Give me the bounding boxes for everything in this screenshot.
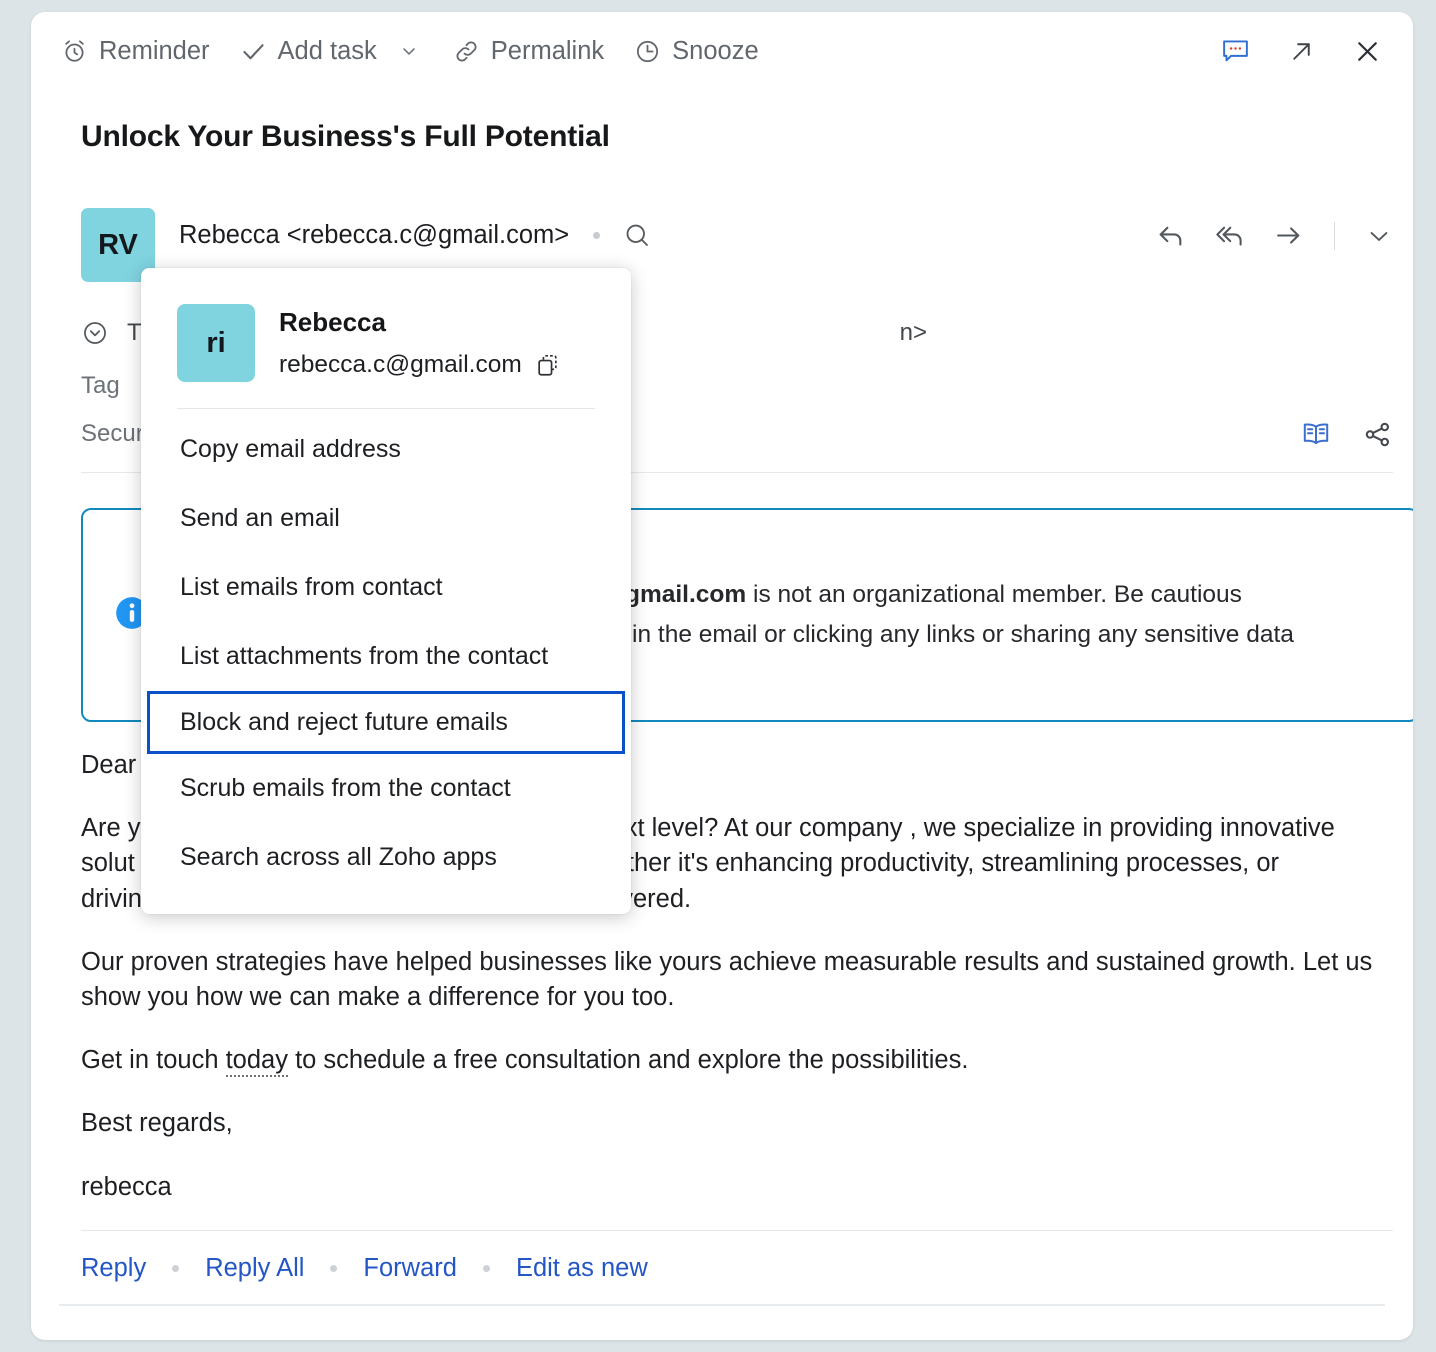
bottom-divider <box>59 1304 1385 1306</box>
banner-domain: gmail.com <box>625 581 747 609</box>
menu-item-scrub-emails-from-the-contact[interactable]: Scrub emails from the contact <box>141 754 631 823</box>
menu-item-send-an-email[interactable]: Send an email <box>141 484 631 553</box>
footer-separator-dot <box>482 1265 490 1272</box>
reply-all-icon[interactable] <box>1214 220 1245 251</box>
footer-separator-dot <box>172 1265 180 1272</box>
contact-name: Rebecca <box>279 307 386 337</box>
contact-email-line: rebecca.c@gmail.com <box>279 350 599 379</box>
edit-as-new-link[interactable]: Edit as new <box>516 1248 648 1289</box>
to-label: T <box>127 319 142 346</box>
body-paragraph-3: Get in touch today to schedule a free co… <box>81 1043 1411 1078</box>
footer-actions: Reply Reply All Forward Edit as new <box>81 1248 648 1289</box>
share-icon[interactable] <box>1362 419 1393 450</box>
add-task-chevron-down-icon[interactable] <box>399 41 419 61</box>
chevron-down-icon[interactable] <box>1365 222 1393 250</box>
body-p3-a: Get in touch <box>81 1046 226 1075</box>
add-task-button[interactable]: Add task <box>240 37 377 66</box>
email-toolbar: Reminder Add task Permalink Snooze <box>31 12 1413 90</box>
to-value: n> <box>899 319 928 346</box>
menu-item-list-emails-from-contact[interactable]: List emails from contact <box>141 553 631 622</box>
snooze-label: Snooze <box>672 36 759 65</box>
sender-row: RV Rebecca <rebecca.c@gmail.com> <box>81 208 1393 282</box>
sender-name-email[interactable]: Rebecca <rebecca.c@gmail.com> <box>179 221 569 250</box>
search-icon[interactable] <box>622 220 652 250</box>
security-row-icons <box>1300 418 1393 450</box>
toolbar-right-actions <box>1220 36 1389 67</box>
expand-details-icon[interactable] <box>81 319 109 347</box>
email-subject: Unlock Your Business's Full Potential <box>81 120 610 153</box>
reminder-button[interactable]: Reminder <box>61 37 210 66</box>
permalink-label: Permalink <box>490 36 605 65</box>
context-menu-items: Copy email address Send an email List em… <box>141 409 631 892</box>
body-p1-a: Are y <box>81 814 141 843</box>
body-p3-b: to schedule a free consultation and expl… <box>287 1046 969 1075</box>
alarm-clock-icon <box>61 38 88 65</box>
menu-item-block-and-reject-future-emails[interactable]: Block and reject future emails <box>147 691 625 754</box>
actions-divider <box>1334 221 1335 250</box>
footer-divider <box>81 1230 1393 1231</box>
body-signature: rebecca <box>81 1172 172 1201</box>
permalink-button[interactable]: Permalink <box>453 37 604 66</box>
forward-icon[interactable] <box>1273 220 1304 251</box>
body-p1-c: solut <box>81 849 135 878</box>
reply-icon[interactable] <box>1155 220 1186 251</box>
body-p1-b: ext level? At our company , we specializ… <box>610 814 1335 843</box>
banner-line1-rest: is not an organizational member. Be caut… <box>746 581 1242 609</box>
menu-item-search-across-all-zoho-apps[interactable]: Search across all Zoho apps <box>141 823 631 892</box>
reminder-label: Reminder <box>99 36 210 65</box>
menu-item-list-attachments-from-the-contact[interactable]: List attachments from the contact <box>141 622 631 691</box>
copy-icon[interactable] <box>534 352 561 379</box>
contact-identity: Rebecca rebecca.c@gmail.com <box>279 307 599 379</box>
snooze-button[interactable]: Snooze <box>634 37 759 66</box>
email-detail-card: Reminder Add task Permalink Snooze Unloc… <box>31 12 1413 1340</box>
sender-actions <box>1155 220 1393 251</box>
menu-item-copy-email-address[interactable]: Copy email address <box>141 415 631 484</box>
open-in-new-icon[interactable] <box>1287 37 1316 66</box>
footer-separator-dot <box>330 1265 338 1272</box>
check-icon <box>240 38 267 65</box>
link-icon <box>453 38 480 65</box>
reply-all-link[interactable]: Reply All <box>205 1248 304 1289</box>
reading-mode-icon[interactable] <box>1300 418 1332 450</box>
close-icon[interactable] <box>1352 36 1383 67</box>
comment-icon[interactable] <box>1220 36 1251 67</box>
clock-icon <box>634 38 661 65</box>
forward-link[interactable]: Forward <box>363 1248 457 1289</box>
today-annotated-text[interactable]: today <box>225 1046 288 1078</box>
contact-card-header: ri Rebecca rebecca.c@gmail.com <box>141 268 631 382</box>
add-task-label: Add task <box>277 36 377 65</box>
contact-context-menu: ri Rebecca rebecca.c@gmail.com Copy emai… <box>141 268 631 914</box>
banner-line2: s in the email or clicking any links or … <box>613 621 1294 648</box>
reply-link[interactable]: Reply <box>81 1248 146 1289</box>
body-p1-d: ther it's enhancing productivity, stream… <box>626 849 1279 878</box>
contact-email: rebecca.c@gmail.com <box>279 350 522 378</box>
sender-separator-dot <box>593 231 601 239</box>
body-signoff: Best regards, <box>81 1109 233 1138</box>
contact-avatar: ri <box>177 304 255 382</box>
body-paragraph-2: Our proven strategies have helped busine… <box>81 947 1373 1011</box>
